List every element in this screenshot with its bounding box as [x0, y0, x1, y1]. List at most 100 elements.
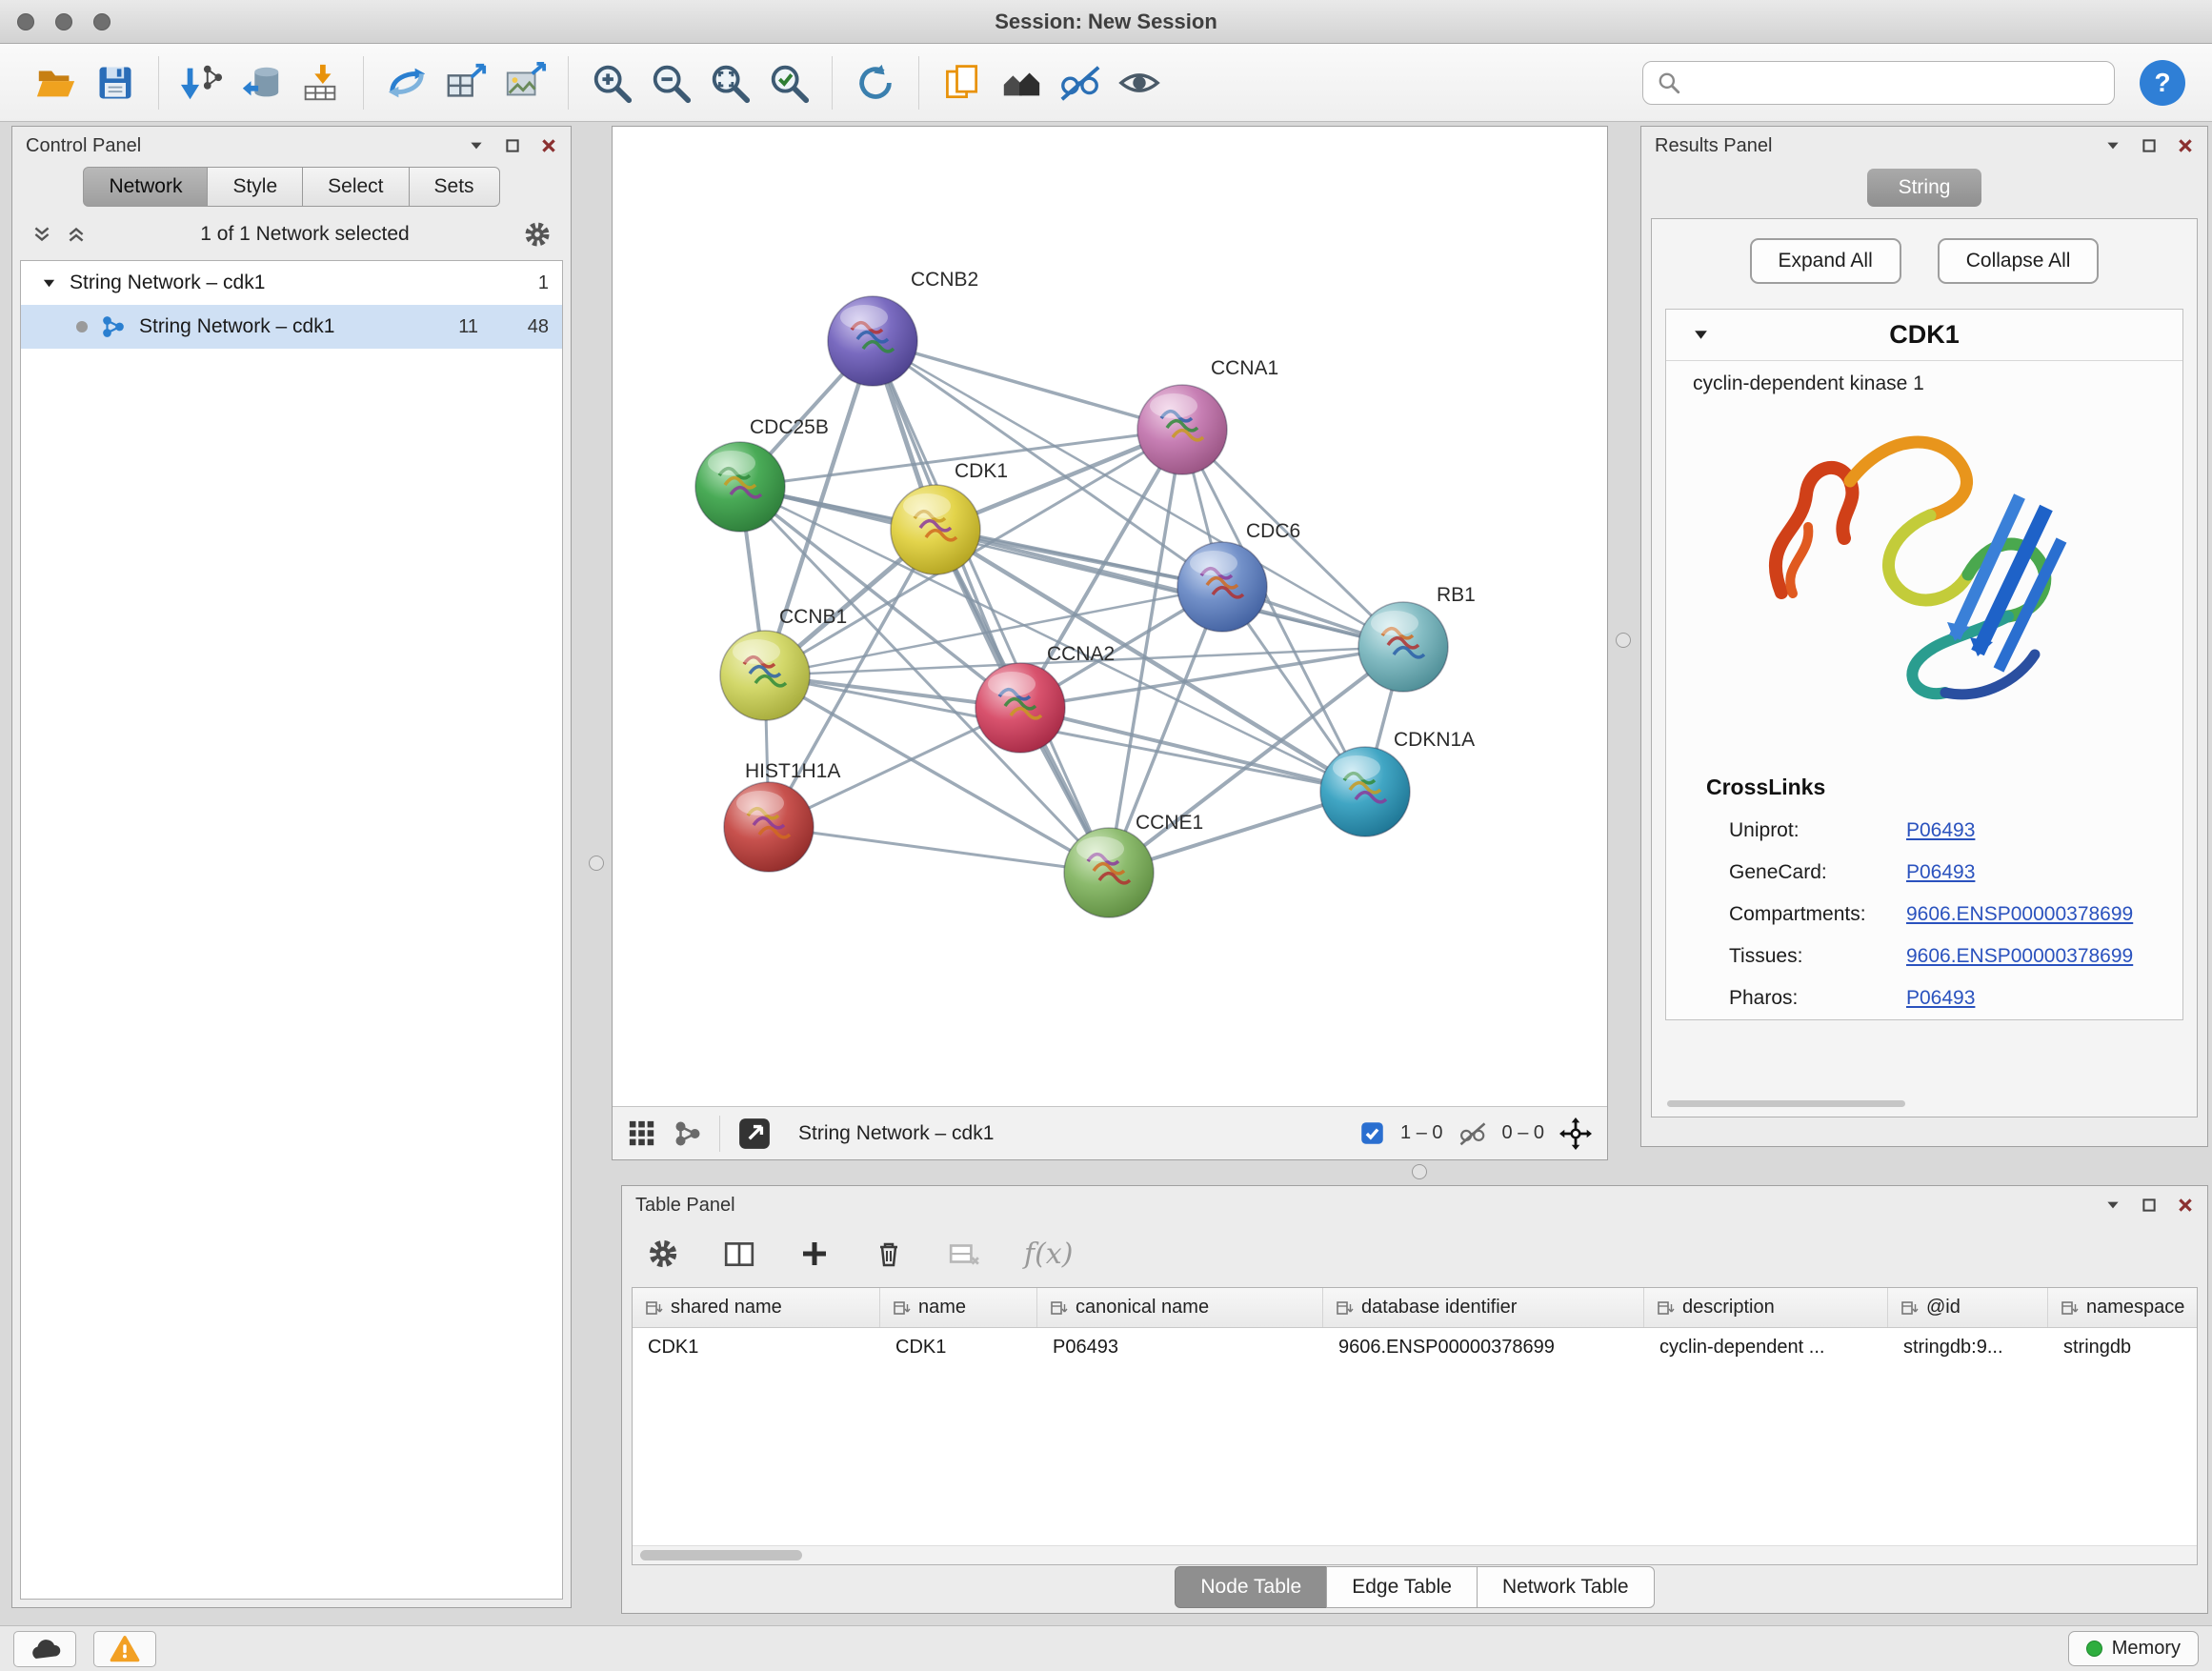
control-panel-tabs: Network Style Select Sets	[12, 165, 571, 209]
network-canvas[interactable]: CCNB2CCNA1CDC25BCDK1CDC6RB1CCNB1CCNA2CDK…	[613, 127, 1607, 1106]
horizontal-scrollbar-thumb[interactable]	[640, 1550, 802, 1560]
window-minimize-button[interactable]	[55, 13, 72, 30]
column-header[interactable]: canonical name	[1037, 1288, 1323, 1327]
expand-all-button[interactable]: Expand All	[1750, 238, 1901, 284]
grid-view-icon[interactable]	[628, 1119, 656, 1148]
delete-column-icon[interactable]	[874, 1238, 904, 1269]
cloud-status-button[interactable]	[13, 1631, 76, 1667]
add-column-icon[interactable]	[799, 1238, 830, 1269]
maximize-panel-icon[interactable]	[2141, 1197, 2158, 1214]
birdseye-view-icon[interactable]	[674, 1119, 702, 1148]
crosslink-tissues[interactable]: 9606.ENSP00000378699	[1906, 945, 2133, 968]
network-graph[interactable]: CCNB2CCNA1CDC25BCDK1CDC6RB1CCNB1CCNA2CDK…	[613, 127, 1607, 1106]
memory-button[interactable]: Memory	[2068, 1631, 2199, 1666]
crosslink-uniprot[interactable]: P06493	[1906, 819, 1975, 842]
export-image-button[interactable]	[495, 51, 554, 114]
copy-documents-button[interactable]	[933, 51, 992, 114]
close-panel-icon[interactable]	[2177, 1197, 2194, 1214]
show-all-button[interactable]	[1110, 51, 1169, 114]
memory-status-dot	[2086, 1641, 2102, 1657]
column-header[interactable]: namespace	[2048, 1288, 2198, 1327]
tab-network[interactable]: Network	[83, 167, 208, 207]
zoom-fit-button[interactable]	[700, 51, 759, 114]
table-row[interactable]: CDK1 CDK1 P06493 9606.ENSP00000378699 cy…	[633, 1328, 2198, 1366]
hide-selected-button[interactable]	[1051, 51, 1110, 114]
maximize-panel-icon[interactable]	[504, 137, 521, 154]
search-box[interactable]	[1642, 61, 2115, 105]
function-builder-button[interactable]: f(x)	[1024, 1238, 1073, 1271]
column-header[interactable]: description	[1644, 1288, 1888, 1327]
crosslink-pharos[interactable]: P06493	[1906, 987, 1975, 1010]
disclosure-triangle-icon[interactable]	[42, 276, 56, 291]
open-session-button[interactable]	[27, 51, 86, 114]
tab-select[interactable]: Select	[302, 167, 409, 207]
window-close-button[interactable]	[17, 13, 34, 30]
zoom-out-icon	[649, 61, 693, 105]
control-panel-title: Control Panel	[26, 135, 141, 157]
crosslink-compartments[interactable]: 9606.ENSP00000378699	[1906, 903, 2133, 926]
pan-crosshair-icon[interactable]	[1559, 1117, 1592, 1150]
close-panel-icon[interactable]	[540, 137, 557, 154]
import-network-file-button[interactable]	[172, 51, 231, 114]
memory-label: Memory	[2112, 1638, 2181, 1660]
zoom-in-button[interactable]	[582, 51, 641, 114]
disclosure-triangle-icon[interactable]	[1693, 327, 1709, 343]
tab-node-table[interactable]: Node Table	[1175, 1566, 1327, 1608]
tab-sets[interactable]: Sets	[409, 167, 500, 207]
tab-edge-table[interactable]: Edge Table	[1326, 1566, 1478, 1608]
table-panel-title: Table Panel	[635, 1195, 735, 1217]
new-network-from-table-button[interactable]	[436, 51, 495, 114]
zoom-out-button[interactable]	[641, 51, 700, 114]
column-header[interactable]: name	[880, 1288, 1037, 1327]
table-settings-gear-icon[interactable]	[647, 1238, 679, 1270]
float-panel-icon[interactable]	[2104, 137, 2122, 154]
gene-entry-header[interactable]: CDK1	[1666, 310, 2182, 361]
right-splitter-handle[interactable]	[1616, 633, 1631, 648]
import-network-database-button[interactable]	[231, 51, 291, 114]
collapse-all-button[interactable]: Collapse All	[1938, 238, 2100, 284]
apply-layout-button[interactable]	[846, 51, 905, 114]
crosslink-row: Pharos: P06493	[1666, 977, 2182, 1019]
window-zoom-button[interactable]	[93, 13, 111, 30]
bottom-splitter-handle[interactable]	[1412, 1164, 1427, 1179]
network-row-selected[interactable]: String Network – cdk1 11 48	[21, 305, 562, 349]
horizontal-scrollbar[interactable]	[633, 1545, 2197, 1564]
network-edge[interactable]	[873, 341, 1109, 873]
left-splitter-handle[interactable]	[589, 856, 604, 871]
float-panel-icon[interactable]	[2104, 1197, 2122, 1214]
gear-icon[interactable]	[523, 220, 552, 249]
crosslink-genecard[interactable]: P06493	[1906, 861, 1975, 884]
column-header[interactable]: shared name	[633, 1288, 880, 1327]
column-sort-icon	[1051, 1299, 1068, 1317]
float-panel-icon[interactable]	[468, 137, 485, 154]
network-edge[interactable]	[873, 341, 1182, 430]
tab-string[interactable]: String	[1867, 169, 1981, 207]
network-edge[interactable]	[1020, 708, 1365, 792]
network-collection-row[interactable]: String Network – cdk1 1	[21, 261, 562, 305]
network-collection-label: String Network – cdk1	[70, 272, 408, 294]
collapse-all-icon[interactable]	[31, 224, 52, 245]
search-input[interactable]	[1691, 71, 2101, 93]
show-columns-icon[interactable]	[723, 1238, 755, 1270]
home-networks-button[interactable]	[992, 51, 1051, 114]
import-table-button[interactable]	[291, 51, 350, 114]
detach-view-icon[interactable]	[737, 1117, 772, 1151]
node-gloss	[708, 451, 755, 475]
collection-count: 1	[492, 272, 549, 294]
selected-checkbox-icon[interactable]	[1359, 1120, 1385, 1146]
maximize-panel-icon[interactable]	[2141, 137, 2158, 154]
clone-network-button[interactable]	[377, 51, 436, 114]
column-header[interactable]: @id	[1888, 1288, 2048, 1327]
help-button[interactable]: ?	[2140, 60, 2185, 106]
close-panel-icon[interactable]	[2177, 137, 2194, 154]
tab-network-table[interactable]: Network Table	[1477, 1566, 1655, 1608]
expand-all-icon[interactable]	[66, 224, 87, 245]
warnings-button[interactable]	[93, 1631, 156, 1667]
save-session-button[interactable]	[86, 51, 145, 114]
zoom-selected-button[interactable]	[759, 51, 818, 114]
crosslink-label: Tissues:	[1729, 945, 1906, 968]
network-edge[interactable]	[769, 827, 1109, 873]
column-header[interactable]: database identifier	[1323, 1288, 1644, 1327]
results-scrollbar-thumb[interactable]	[1667, 1100, 1905, 1107]
tab-style[interactable]: Style	[207, 167, 303, 207]
